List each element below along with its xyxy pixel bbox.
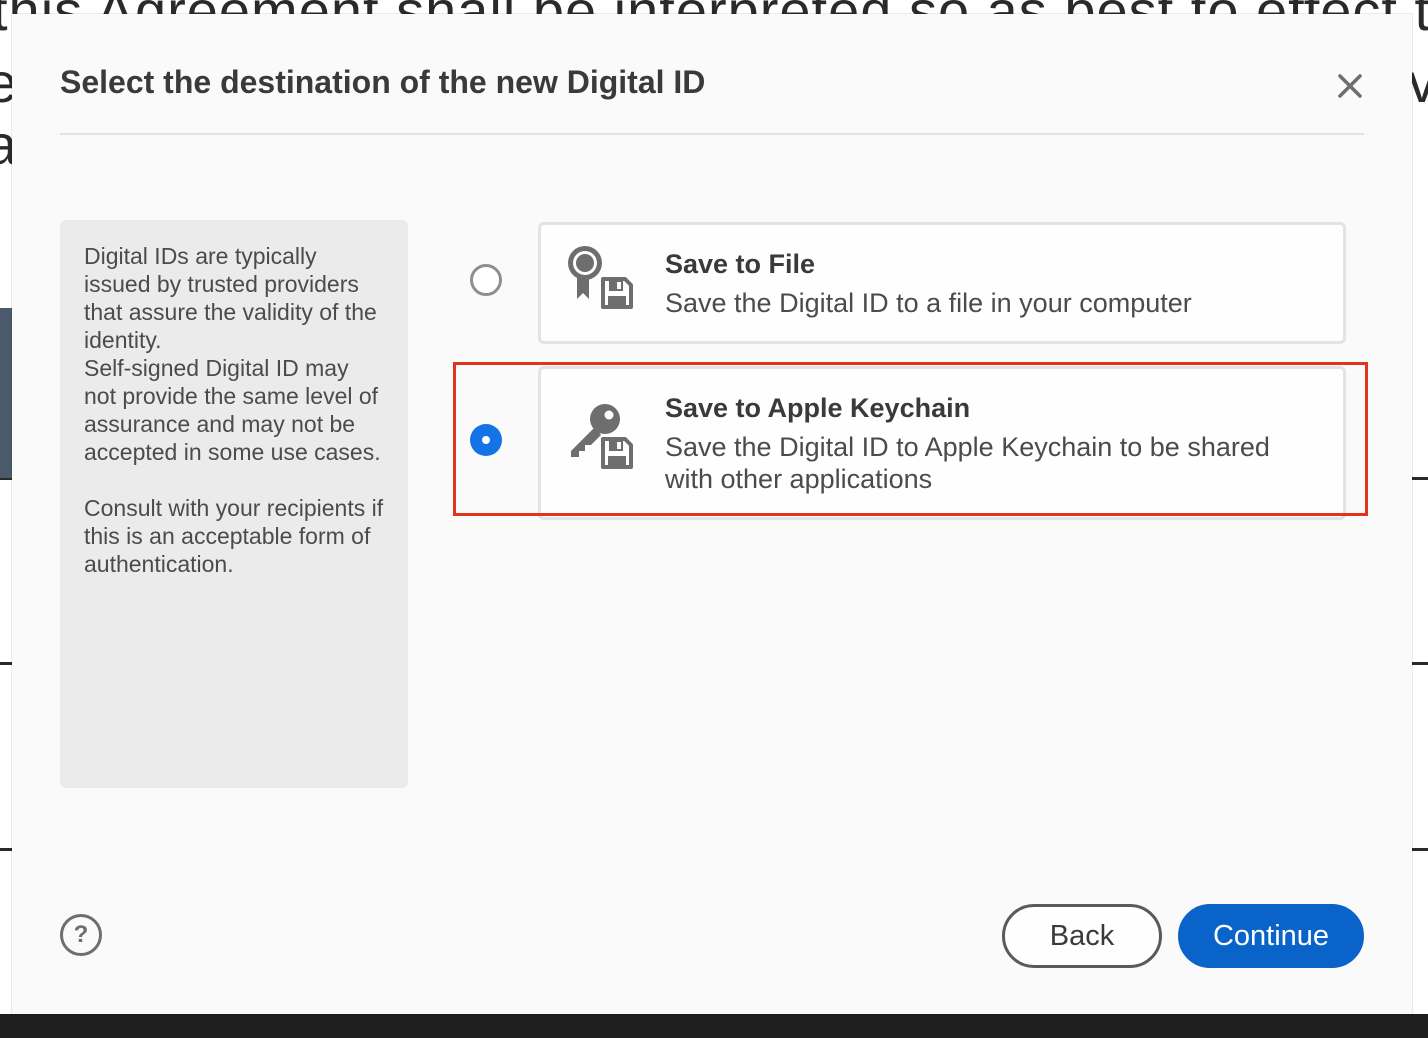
background-bottom-bar xyxy=(0,1014,1428,1038)
title-divider xyxy=(60,133,1364,135)
option-title: Save to Apple Keychain xyxy=(665,393,971,423)
close-icon xyxy=(1338,74,1362,98)
option-save-to-file[interactable]: Save to File Save the Digital ID to a fi… xyxy=(538,222,1346,344)
background-rule xyxy=(0,848,12,851)
help-button[interactable]: ? xyxy=(60,914,102,956)
dialog-title: Select the destination of the new Digita… xyxy=(60,64,706,100)
info-panel: Digital IDs are typically issued by trus… xyxy=(60,220,408,788)
digital-id-destination-dialog: Select the destination of the new Digita… xyxy=(12,14,1412,1014)
radio-save-to-file[interactable] xyxy=(470,264,502,296)
back-button[interactable]: Back xyxy=(1002,904,1162,968)
option-description: Save the Digital ID to a file in your co… xyxy=(665,288,1192,318)
info-text-paragraph: Self-signed Digital ID may not provide t… xyxy=(84,355,381,465)
background-rule xyxy=(1412,848,1428,851)
info-text-paragraph: Digital IDs are typically issued by trus… xyxy=(84,243,377,353)
continue-button[interactable]: Continue xyxy=(1178,904,1364,968)
background-rule xyxy=(0,662,12,665)
radio-save-to-apple-keychain[interactable] xyxy=(470,424,502,456)
background-rule xyxy=(1412,662,1428,665)
option-title: Save to File xyxy=(665,249,816,279)
close-button[interactable] xyxy=(1332,68,1368,104)
key-file-icon xyxy=(571,404,633,471)
certificate-file-icon xyxy=(568,246,633,311)
option-description: Save the Digital ID to Apple Keychain to… xyxy=(665,432,1270,494)
background-sidebar-strip xyxy=(0,308,12,478)
option-save-to-apple-keychain[interactable]: Save to Apple Keychain Save the Digital … xyxy=(538,366,1346,520)
background-rule xyxy=(1412,477,1428,480)
info-text-paragraph: Consult with your recipients if this is … xyxy=(84,495,384,577)
